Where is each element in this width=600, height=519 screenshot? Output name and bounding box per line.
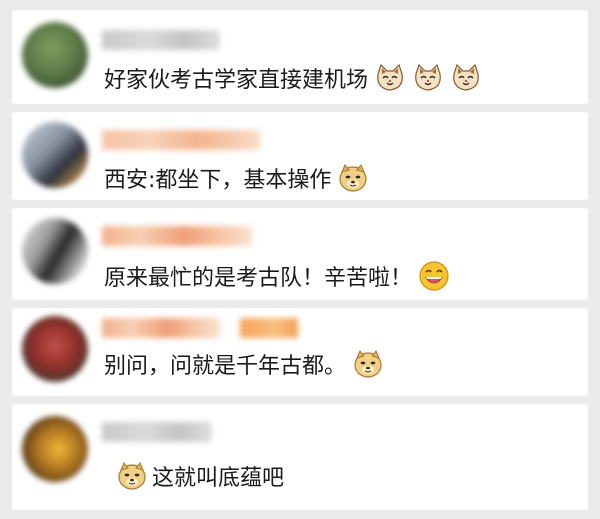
comment-card: 原来最忙的是考古队！辛苦啦！ (12, 208, 588, 300)
cat-face-emoji (374, 62, 406, 94)
avatar[interactable] (22, 416, 88, 482)
comment-feed: 好家伙考古学家直接建机场 西安:都坐下，基本操作 原来最忙的是考古队！辛苦啦！ … (0, 0, 600, 519)
avatar[interactable] (22, 316, 88, 382)
username-redacted[interactable] (102, 422, 212, 442)
avatar[interactable] (22, 218, 88, 284)
avatar[interactable] (22, 22, 88, 88)
comment-text: 原来最忙的是考古队！辛苦啦！ (104, 266, 413, 291)
comment-text: 西安:都坐下，基本操作 (104, 168, 332, 193)
comment-text: 这就叫底蕴吧 (152, 466, 285, 491)
username-redacted[interactable] (102, 130, 260, 150)
username-redacted[interactable] (102, 30, 220, 50)
doge-emoji (352, 348, 384, 380)
laughing-face-emoji (418, 260, 450, 292)
username-redacted[interactable] (102, 226, 252, 246)
doge-emoji (337, 162, 369, 194)
doge-emoji (116, 460, 148, 492)
comment-card: 别问，问就是千年古都。 (12, 308, 588, 396)
cat-face-emoji (450, 62, 482, 94)
username-redacted[interactable] (102, 318, 220, 338)
comment-text-row: 别问，问就是千年古都。 (104, 348, 384, 380)
comment-card: 西安:都坐下，基本操作 (12, 112, 588, 200)
avatar[interactable] (22, 122, 88, 188)
comment-text-row: 原来最忙的是考古队！辛苦啦！ (104, 260, 450, 292)
comment-card: 好家伙考古学家直接建机场 (12, 10, 588, 104)
comment-text-row: 这就叫底蕴吧 (116, 460, 284, 492)
comment-text: 好家伙考古学家直接建机场 (104, 68, 369, 93)
comment-text-row: 西安:都坐下，基本操作 (104, 162, 369, 194)
comment-card: 这就叫底蕴吧 (12, 404, 588, 510)
comment-text: 别问，问就是千年古都。 (104, 354, 347, 379)
cat-face-emoji (412, 62, 444, 94)
comment-text-row: 好家伙考古学家直接建机场 (104, 62, 482, 94)
badge-redacted (240, 318, 298, 338)
